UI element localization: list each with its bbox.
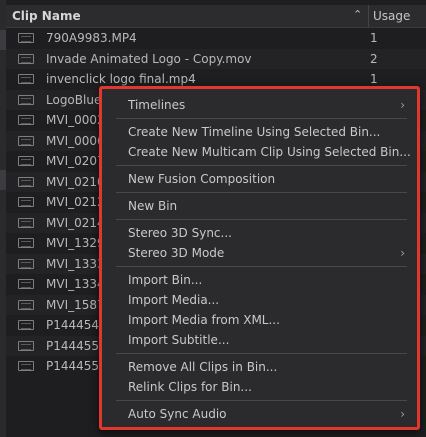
video-clip-icon bbox=[18, 33, 34, 43]
clip-row[interactable]: Invade Animated Logo - Copy.mov 2 bbox=[6, 48, 426, 69]
column-header: Clip Name ⌃ Usage bbox=[6, 5, 426, 28]
column-divider[interactable] bbox=[368, 5, 369, 27]
clip-name: MVI_1334 bbox=[46, 277, 105, 291]
clip-name: MVI_0002 bbox=[46, 113, 105, 127]
clip-name: 790A9983.MP4 bbox=[46, 31, 137, 45]
clip-name: MVI_0006 bbox=[46, 133, 105, 148]
video-clip-icon bbox=[18, 238, 34, 248]
menu-item-label: Auto Sync Audio bbox=[128, 407, 227, 421]
menu-item-new-bin[interactable]: New Bin bbox=[102, 196, 417, 216]
clip-name: MVI_0207 bbox=[46, 154, 105, 168]
video-clip-icon bbox=[18, 197, 34, 207]
submenu-arrow-icon: › bbox=[400, 98, 405, 112]
menu-separator bbox=[116, 400, 407, 401]
clip-name: MVI_1329 bbox=[46, 236, 105, 250]
clip-name: Invade Animated Logo - Copy.mov bbox=[46, 51, 252, 66]
video-clip-icon bbox=[18, 217, 34, 228]
menu-separator bbox=[116, 165, 407, 166]
menu-item-create-multicam[interactable]: Create New Multicam Clip Using Selected … bbox=[102, 142, 417, 162]
video-clip-icon bbox=[18, 279, 34, 289]
video-clip-icon bbox=[18, 320, 34, 330]
video-clip-icon bbox=[18, 340, 34, 351]
menu-item-create-timeline[interactable]: Create New Timeline Using Selected Bin..… bbox=[102, 122, 417, 142]
menu-item-import-media[interactable]: Import Media... bbox=[102, 290, 417, 310]
menu-item-import-subtitle[interactable]: Import Subtitle... bbox=[102, 330, 417, 350]
sort-ascending-icon[interactable]: ⌃ bbox=[353, 8, 362, 21]
clip-name: MVI_1333 bbox=[46, 256, 105, 271]
submenu-arrow-icon: › bbox=[400, 246, 405, 260]
clip-usage: 2 bbox=[370, 51, 378, 66]
context-menu: Timelines › Create New Timeline Using Se… bbox=[99, 86, 420, 430]
video-clip-icon bbox=[18, 361, 34, 371]
clip-name: P1444550 bbox=[46, 338, 107, 353]
usage-column-header[interactable]: Usage bbox=[373, 9, 410, 23]
clip-name: P1444547 bbox=[46, 318, 107, 332]
video-clip-icon bbox=[18, 156, 34, 166]
video-clip-icon bbox=[18, 115, 34, 125]
menu-separator bbox=[116, 353, 407, 354]
clip-name: LogoBlue bbox=[46, 92, 102, 107]
clip-row[interactable]: 790A9983.MP4 1 bbox=[6, 28, 426, 49]
video-clip-icon bbox=[18, 94, 34, 105]
menu-item-label: Stereo 3D Mode bbox=[128, 246, 225, 260]
clip-name: MVI_0210 bbox=[46, 174, 105, 189]
menu-item-label: Timelines bbox=[128, 98, 186, 112]
menu-item-import-media-xml[interactable]: Import Media from XML... bbox=[102, 310, 417, 330]
menu-item-new-fusion-composition[interactable]: New Fusion Composition bbox=[102, 169, 417, 189]
video-clip-icon bbox=[18, 53, 34, 64]
menu-separator bbox=[116, 266, 407, 267]
menu-separator bbox=[116, 192, 407, 193]
menu-item-stereo-3d-sync[interactable]: Stereo 3D Sync... bbox=[102, 223, 417, 243]
menu-item-timelines[interactable]: Timelines › bbox=[102, 95, 417, 115]
video-clip-icon bbox=[18, 74, 34, 84]
video-clip-icon bbox=[18, 299, 34, 310]
menu-item-auto-sync-audio[interactable]: Auto Sync Audio › bbox=[102, 404, 417, 424]
menu-separator bbox=[116, 118, 407, 119]
clip-usage: 1 bbox=[370, 31, 378, 45]
video-clip-icon bbox=[18, 135, 34, 146]
menu-item-relink-clips[interactable]: Relink Clips for Bin... bbox=[102, 377, 417, 397]
video-clip-icon bbox=[18, 176, 34, 187]
menu-item-remove-all-clips[interactable]: Remove All Clips in Bin... bbox=[102, 357, 417, 377]
video-clip-icon bbox=[18, 258, 34, 269]
clip-name: MVI_0214 bbox=[46, 215, 105, 230]
clip-name: invenclick logo final.mp4 bbox=[46, 72, 196, 86]
menu-item-import-bin[interactable]: Import Bin... bbox=[102, 270, 417, 290]
clip-name-column-header[interactable]: Clip Name bbox=[12, 9, 81, 23]
clip-usage: 1 bbox=[370, 72, 378, 86]
clip-name: MVI_0212 bbox=[46, 195, 105, 209]
menu-item-stereo-3d-mode[interactable]: Stereo 3D Mode › bbox=[102, 243, 417, 263]
clip-name: P1444554 bbox=[46, 359, 107, 373]
submenu-arrow-icon: › bbox=[400, 407, 405, 421]
menu-separator bbox=[116, 219, 407, 220]
clip-name: MVI_1587 bbox=[46, 297, 105, 312]
